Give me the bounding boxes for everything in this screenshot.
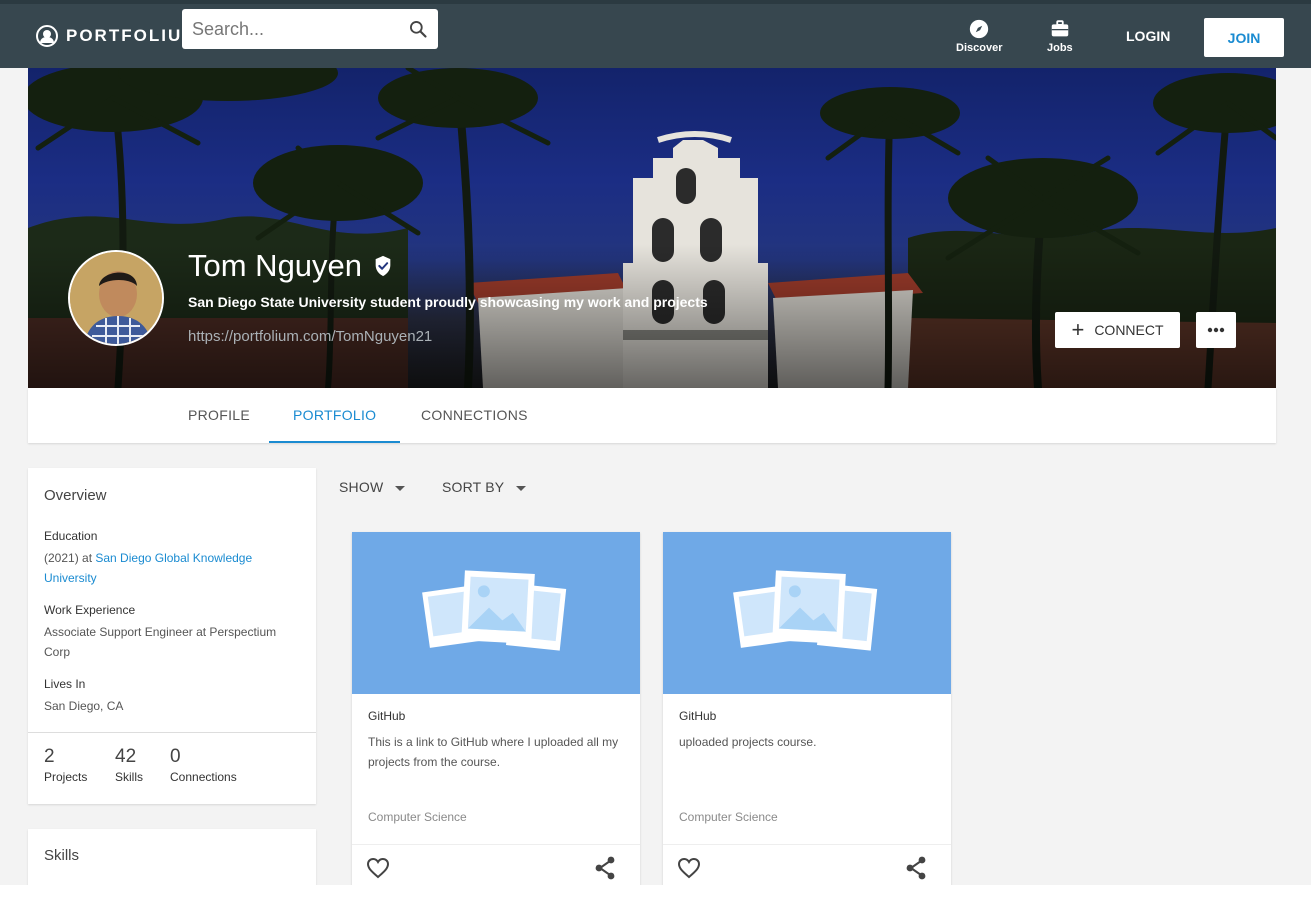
image-placeholder-icon (422, 570, 567, 651)
profile-name-row: Tom Nguyen (188, 248, 394, 284)
profile-tabs: PROFILE PORTFOLIO CONNECTIONS (28, 388, 1276, 443)
card-divider (663, 844, 951, 845)
nav-discover-label: Discover (956, 42, 1003, 54)
more-options-button[interactable] (1196, 312, 1236, 348)
stat-connections[interactable]: 0 Connections (170, 746, 237, 784)
stat-projects-label: Projects (44, 770, 88, 784)
nav-discover[interactable]: Discover (956, 18, 1002, 54)
profile-name: Tom Nguyen (188, 248, 363, 283)
stat-skills-label: Skills (115, 770, 144, 784)
heart-icon[interactable] (677, 857, 701, 879)
education-prefix: (2021) at (44, 551, 93, 565)
work-experience-label: Work Experience (44, 603, 136, 617)
verified-badge-icon (375, 255, 391, 277)
lives-in-value: San Diego, CA (44, 699, 124, 713)
heart-icon[interactable] (366, 857, 390, 879)
work-experience-value: Associate Support Engineer at Perspectiu… (44, 625, 277, 659)
project-description: This is a link to GitHub where I uploade… (368, 735, 619, 769)
sort-by-dropdown[interactable]: SORT BY (442, 479, 527, 495)
overview-divider (28, 732, 316, 733)
profile-url[interactable]: https://portfolium.com/TomNguyen21 (188, 328, 432, 345)
top-navigation-bar: PORTFOLIUM Discover Jobs LOGIN JOIN (0, 0, 1311, 68)
search-icon[interactable] (408, 19, 428, 39)
login-link[interactable]: LOGIN (1126, 28, 1170, 44)
join-button[interactable]: JOIN (1204, 18, 1284, 57)
project-category: Computer Science (679, 810, 778, 824)
share-icon[interactable] (594, 856, 616, 880)
connect-label: CONNECT (1094, 322, 1164, 338)
skills-title: Skills (44, 847, 80, 864)
more-dots-icon (1207, 327, 1225, 333)
stat-skills[interactable]: 42 Skills (115, 746, 143, 784)
nav-jobs-label: Jobs (1047, 42, 1073, 54)
profile-avatar (68, 250, 164, 346)
tab-profile[interactable]: PROFILE (188, 388, 250, 443)
search-input[interactable] (182, 9, 392, 49)
stat-connections-value: 0 (170, 746, 181, 767)
stat-connections-label: Connections (170, 770, 237, 784)
stat-projects-value: 2 (44, 746, 55, 767)
skills-card: Skills (28, 829, 316, 885)
briefcase-icon (1051, 20, 1069, 37)
education-value: (2021) at San Diego Global Knowledge Uni… (44, 548, 304, 588)
tab-portfolio[interactable]: PORTFOLIO (269, 388, 401, 443)
project-card[interactable]: GitHub uploaded projects course. Compute… (663, 532, 951, 886)
card-divider (352, 844, 640, 845)
overview-title: Overview (44, 487, 107, 504)
compass-icon (970, 19, 989, 39)
avatar-photo (70, 252, 162, 344)
show-filter-dropdown[interactable]: SHOW (339, 479, 406, 495)
cover-image: Tom Nguyen San Diego State University st… (28, 68, 1276, 388)
stat-skills-value: 42 (115, 746, 137, 767)
project-description: uploaded projects course. (679, 735, 817, 749)
share-icon[interactable] (905, 856, 927, 880)
image-placeholder-icon (733, 570, 878, 651)
nav-jobs[interactable]: Jobs (1047, 18, 1073, 54)
show-filter-label: SHOW (339, 479, 384, 495)
overview-card: Overview Education (2021) at San Diego G… (28, 468, 316, 804)
lives-in-label: Lives In (44, 677, 86, 691)
bottom-bar (0, 885, 1311, 908)
project-thumbnail[interactable] (352, 532, 640, 694)
tab-connections[interactable]: CONNECTIONS (421, 388, 528, 443)
plus-icon: + (1071, 317, 1085, 342)
logo-text: PORTFOLIUM (66, 26, 199, 45)
connect-button[interactable]: + CONNECT (1055, 312, 1180, 348)
project-category: Computer Science (368, 810, 467, 824)
project-title[interactable]: GitHub (679, 709, 716, 723)
caret-down-icon (395, 486, 406, 491)
stat-projects[interactable]: 2 Projects (44, 746, 87, 784)
profile-tagline: San Diego State University student proud… (188, 294, 708, 310)
caret-down-icon (516, 486, 527, 491)
logo-person-icon (36, 25, 58, 47)
education-label: Education (44, 529, 98, 543)
search-box (182, 9, 438, 49)
portfolium-logo[interactable]: PORTFOLIUM (36, 25, 198, 47)
project-card[interactable]: GitHub This is a link to GitHub where I … (352, 532, 640, 886)
sort-by-label: SORT BY (442, 479, 505, 495)
project-thumbnail[interactable] (663, 532, 951, 694)
project-title[interactable]: GitHub (368, 709, 405, 723)
